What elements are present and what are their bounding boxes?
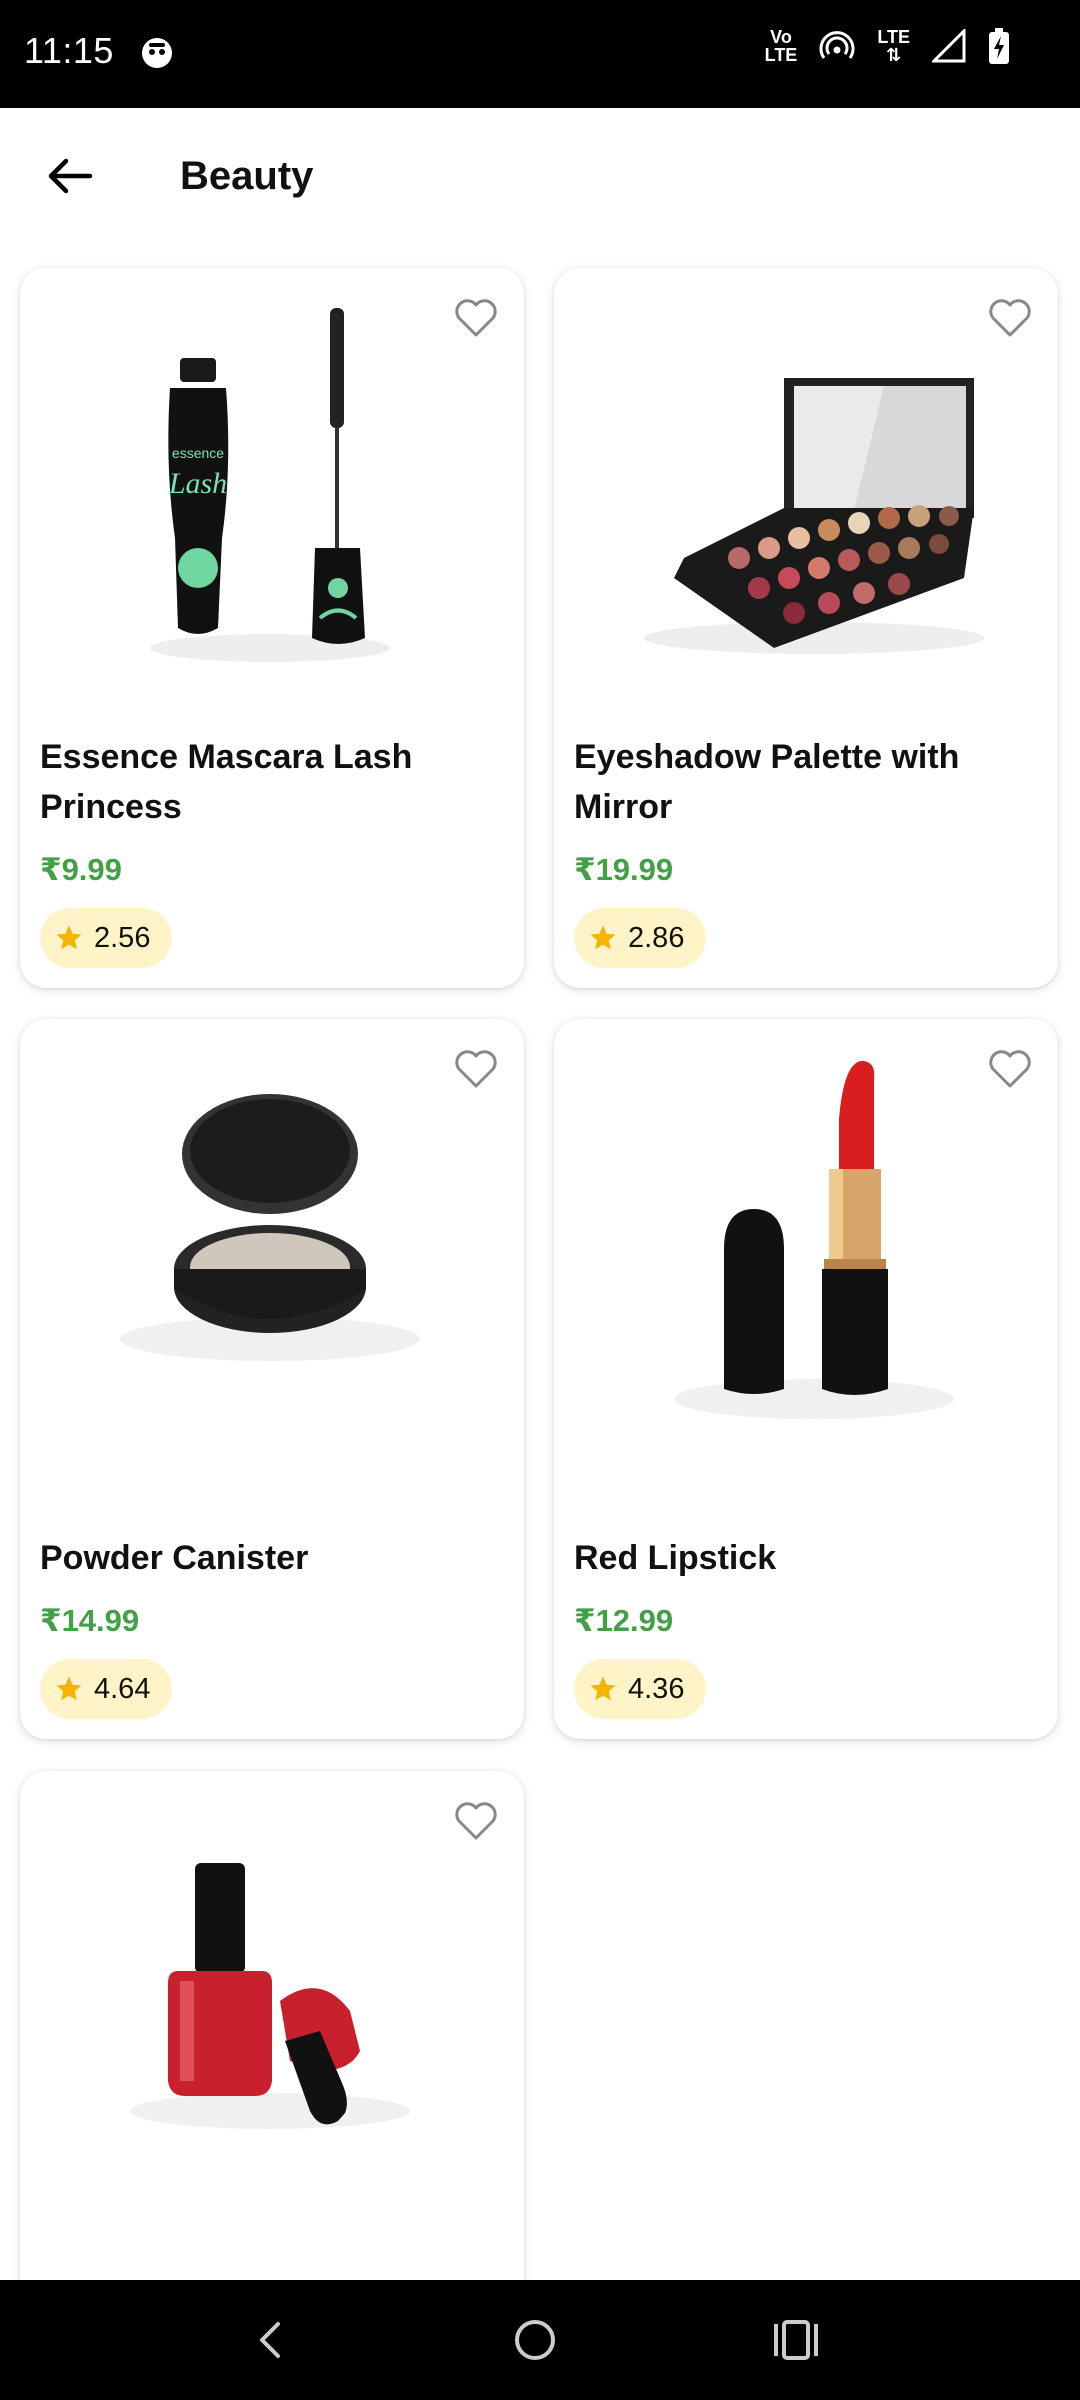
rating-value: 4.64 [94, 1672, 151, 1705]
star-icon [590, 1676, 616, 1701]
nav-back-icon[interactable] [240, 2310, 300, 2370]
rating-badge: 4.64 [40, 1659, 173, 1719]
battery-charging-icon [989, 28, 1009, 64]
status-bar: 11:15 Vo LTE LTE ⇅ [0, 0, 1080, 108]
favorite-heart-icon[interactable] [454, 1801, 498, 1841]
app-notification-icon [142, 38, 172, 68]
product-card[interactable]: Eyeshadow Palette with Mirror ₹19.99 2.8… [554, 268, 1058, 988]
favorite-heart-icon[interactable] [454, 1049, 498, 1089]
rating-value: 4.36 [628, 1672, 685, 1705]
product-name: Essence Mascara Lash Princess [40, 738, 413, 826]
favorite-heart-icon[interactable] [988, 1049, 1032, 1089]
rating-badge: 2.86 [574, 908, 707, 968]
rating-value: 2.56 [94, 921, 151, 954]
product-name: Red Lipstick [574, 1539, 777, 1577]
star-icon [590, 925, 616, 950]
rating-badge: 2.56 [40, 908, 173, 968]
red-lipstick-image [674, 1060, 954, 1419]
favorite-heart-icon[interactable] [454, 298, 498, 338]
product-price: ₹12.99 [574, 1603, 674, 1638]
eyeshadow-palette-image [644, 378, 984, 654]
star-icon [56, 925, 82, 950]
svg-text:essence: essence [172, 445, 224, 461]
rating-badge: 4.36 [574, 1659, 707, 1719]
hotspot-icon [819, 31, 855, 59]
status-time: 11:15 [24, 30, 114, 71]
powder-canister-image [120, 1094, 420, 1361]
page-title: Beauty [180, 154, 314, 198]
red-nail-polish-image [130, 1863, 410, 2129]
back-arrow-icon[interactable] [40, 146, 100, 206]
status-icons: Vo LTE LTE ⇅ [765, 28, 1010, 64]
product-price: ₹19.99 [574, 852, 674, 887]
rating-value: 2.86 [628, 921, 685, 954]
product-name: Eyeshadow Palette with Mirror [574, 738, 960, 826]
star-icon [56, 1676, 82, 1701]
nav-home-icon[interactable] [505, 2310, 565, 2370]
svg-text:Lash: Lash [168, 467, 227, 500]
product-price: ₹14.99 [40, 1603, 140, 1638]
product-card[interactable] [20, 1771, 524, 2331]
product-card[interactable]: essence Lash Essence Mascara Lash Prince… [20, 268, 524, 988]
signal-icon [932, 29, 966, 63]
system-navigation-bar [0, 2280, 1080, 2400]
nav-recents-icon[interactable] [766, 2310, 826, 2370]
product-price: ₹9.99 [40, 852, 122, 887]
lte-indicator: LTE ⇅ [877, 27, 910, 65]
mascara-image: essence Lash [150, 308, 390, 662]
product-name: Powder Canister [40, 1539, 309, 1577]
product-card[interactable]: Powder Canister ₹14.99 4.64 [20, 1019, 524, 1739]
favorite-heart-icon[interactable] [988, 298, 1032, 338]
product-card[interactable]: Red Lipstick ₹12.99 4.36 [554, 1019, 1058, 1739]
volte-indicator: Vo LTE [764, 27, 798, 65]
app-bar: Beauty [0, 108, 1080, 248]
